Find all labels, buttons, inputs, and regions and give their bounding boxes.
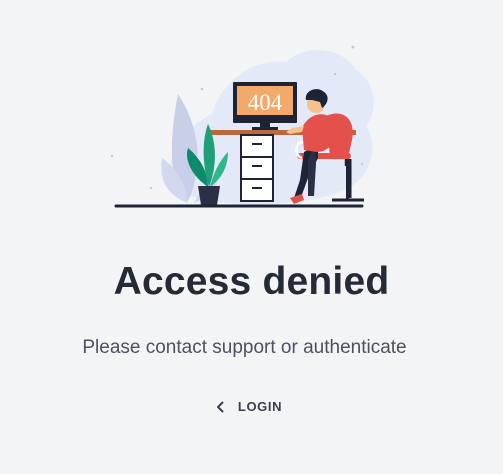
person-at-computer-illustration: 404 [110, 45, 374, 208]
chevron-left-icon [216, 400, 226, 414]
error-code-text: 404 [248, 90, 283, 115]
login-label: LOGIN [237, 399, 283, 414]
error-message: Please contact support or authenticate [82, 337, 407, 358]
error-page: 404 Access denied Please contact support… [0, 0, 503, 474]
desk-drawers [240, 134, 274, 202]
plant-pot [198, 186, 220, 205]
page-title: Access denied [113, 260, 390, 303]
login-button[interactable]: LOGIN [207, 393, 291, 421]
